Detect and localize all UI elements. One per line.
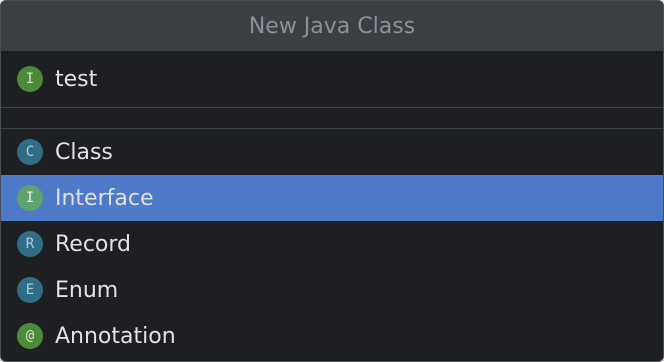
kind-item-interface[interactable]: I Interface [1, 175, 663, 221]
kind-item-annotation[interactable]: @ Annotation [1, 313, 663, 359]
class-name-input[interactable]: test [55, 67, 97, 92]
dialog-title-bar[interactable]: New Java Class [1, 1, 663, 51]
enum-icon: E [17, 277, 43, 303]
kind-item-class[interactable]: C Class [1, 129, 663, 175]
kind-list: C Class I Interface R Record E Enum @ An… [1, 129, 663, 361]
kind-label: Record [55, 231, 132, 257]
kind-item-enum[interactable]: E Enum [1, 267, 663, 313]
interface-icon: I [17, 66, 43, 92]
new-java-class-dialog: New Java Class I test C Class I Interfac… [0, 0, 664, 362]
kind-label: Class [55, 139, 113, 165]
class-name-field[interactable]: I test [1, 51, 663, 108]
record-icon: R [17, 231, 43, 257]
separator [1, 108, 663, 129]
kind-label: Interface [55, 185, 154, 211]
dialog-title: New Java Class [248, 13, 416, 39]
annotation-icon: @ [17, 323, 43, 349]
kind-item-record[interactable]: R Record [1, 221, 663, 267]
class-icon: C [17, 139, 43, 165]
kind-label: Annotation [55, 323, 176, 349]
kind-label: Enum [55, 277, 119, 303]
interface-icon: I [17, 185, 43, 211]
